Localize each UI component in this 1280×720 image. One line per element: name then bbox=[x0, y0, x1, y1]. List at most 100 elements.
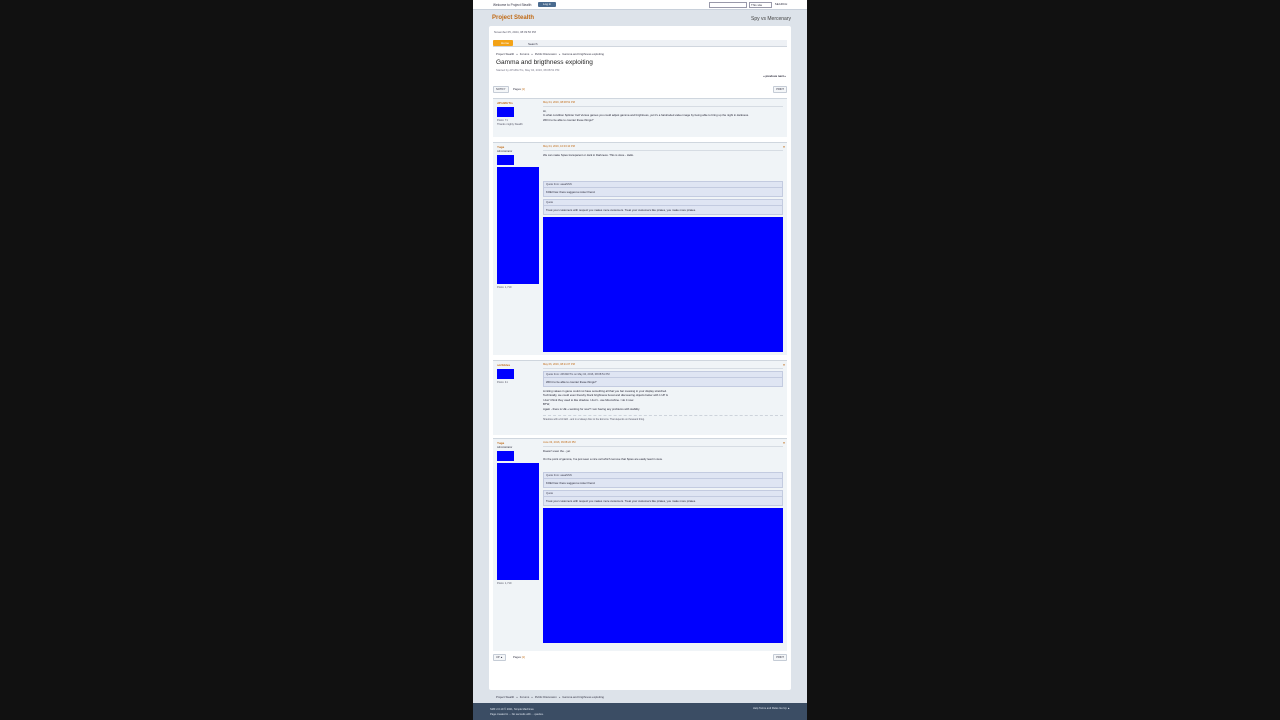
breadcrumb-item[interactable]: Project Stealth bbox=[496, 695, 514, 699]
quote-text: Treat your customers with respect you ma… bbox=[546, 498, 696, 503]
page-link[interactable]: [1] bbox=[522, 655, 525, 659]
quote-text: Will it to be able to counter these thin… bbox=[546, 379, 597, 384]
post-line: Again - there is UE + working for now? I… bbox=[543, 406, 641, 411]
post-text: Doesn't even the - yet On the point of g… bbox=[543, 449, 783, 462]
pagination-top: NOTIFY Pages [1] PRINT bbox=[493, 86, 787, 93]
post: dPrdWcTrs Posts: 71 Thanks mighty Stealt… bbox=[493, 98, 787, 137]
post-spacer bbox=[543, 157, 783, 179]
signature-image bbox=[543, 217, 783, 353]
print-button[interactable]: PRINT bbox=[773, 654, 787, 661]
footer: SMF 2.0.19 © 2021, Simple Machines Page … bbox=[473, 703, 807, 720]
pagination-bottom: UP ▲ Pages [1] PRINT bbox=[493, 654, 787, 661]
quote-icon[interactable]: ❝ bbox=[783, 441, 785, 446]
quote-block: Quote from: dPrdWcTrs on May 04, 2016, 0… bbox=[543, 370, 783, 387]
avatar bbox=[497, 451, 514, 461]
tab-home-label: Home bbox=[501, 41, 510, 45]
main-menu: Home Search bbox=[493, 40, 787, 47]
breadcrumb-separator: » bbox=[558, 695, 561, 699]
signature-image bbox=[543, 507, 783, 643]
signature-text: Shadows with a bit faith - and in a! alw… bbox=[543, 415, 783, 421]
post-date[interactable]: June 03, 2016, 09:08:22 PM bbox=[543, 441, 783, 447]
quote-block: Quote from: aaaaNNN KOEI has: there sugg… bbox=[543, 181, 783, 198]
poster-personal-text: Thanks mighty Stealth bbox=[497, 123, 523, 126]
breadcrumb-separator: » bbox=[558, 52, 561, 56]
post-text: Limiting values in game could not have s… bbox=[543, 389, 783, 412]
breadcrumb-item[interactable]: Public Discussion bbox=[535, 695, 557, 699]
rank-image bbox=[497, 463, 539, 580]
login-button[interactable]: Log in bbox=[538, 2, 556, 7]
poster-name[interactable]: Yuga bbox=[497, 145, 539, 149]
breadcrumb-separator: » bbox=[531, 52, 533, 56]
poster-info: dPrdWcTrs Posts: 71 Thanks mighty Stealt… bbox=[497, 101, 539, 126]
topic-meta: Started by dPrdWcTrs, May 04, 2016, 08:0… bbox=[496, 68, 560, 72]
poster-post-count: Posts: 71 bbox=[497, 119, 508, 122]
poster-name[interactable]: dPrdWcTrs bbox=[497, 101, 539, 105]
post-body: May 04, 2016, 08:08:51 PM Hi, In what co… bbox=[543, 101, 783, 122]
poster-group: Administrator bbox=[497, 446, 513, 449]
poster-name[interactable]: scribbles bbox=[497, 363, 539, 367]
forum-slogan: Spy vs Mercenary bbox=[750, 16, 791, 22]
breadcrumb-bottom: Project Stealth» Forums» Public Discussion… bbox=[496, 695, 604, 699]
post-date[interactable]: May 06, 2016, 08:21:07 PM bbox=[543, 363, 783, 369]
footer-left: SMF 2.0.19 © 2021, Simple Machines Page … bbox=[490, 707, 544, 717]
notify-button[interactable]: NOTIFY bbox=[493, 86, 509, 93]
up-button[interactable]: UP ▲ bbox=[493, 654, 506, 661]
poster-post-count: Posts: 41 bbox=[497, 381, 508, 384]
quote-icon[interactable]: ❝ bbox=[783, 363, 785, 368]
poster-group: Administrator bbox=[497, 150, 513, 153]
topic-title: Gamma and brigthness exploiting bbox=[496, 59, 593, 66]
breadcrumb-item[interactable]: Project Stealth bbox=[496, 52, 514, 56]
page-frame: Welcome to Project Stealth Log in This s… bbox=[473, 0, 807, 720]
post-spacer bbox=[543, 462, 783, 470]
prev-next-links[interactable]: « previous next » bbox=[763, 74, 786, 78]
breadcrumb-separator: » bbox=[516, 52, 518, 56]
rank-image bbox=[497, 167, 539, 284]
search-button[interactable]: SEARCH bbox=[773, 2, 789, 7]
breadcrumb-item[interactable]: Gamma and brigthness exploiting bbox=[562, 695, 604, 699]
header: Project Stealth Spy vs Mercenary bbox=[489, 12, 791, 26]
poster-name[interactable]: Yuga bbox=[497, 441, 539, 445]
pages-label: Pages [1] bbox=[513, 655, 525, 659]
quote-text: KOEI has: there suggest a roster friend. bbox=[546, 190, 596, 195]
pages-label: Pages [1] bbox=[513, 87, 525, 91]
poster-post-count: Posts: 1,719 bbox=[497, 582, 512, 585]
post-date[interactable]: May 04, 2016, 08:08:51 PM bbox=[543, 101, 783, 107]
post-line: In what condition Splinter Cell Versus g… bbox=[543, 113, 749, 118]
pages-text: Pages bbox=[513, 655, 521, 659]
breadcrumb-item[interactable]: Forums bbox=[520, 52, 529, 56]
footer-links[interactable]: Help Terms and Rules Go Up ▲ bbox=[753, 707, 790, 710]
tab-home[interactable]: Home bbox=[493, 40, 513, 46]
search-scope-select[interactable]: This site bbox=[749, 2, 772, 8]
breadcrumb-item[interactable]: Forums bbox=[520, 695, 529, 699]
poster-info: scribbles Posts: 41 bbox=[497, 363, 539, 384]
page-link[interactable]: [1] bbox=[522, 87, 525, 91]
tab-search[interactable]: Search bbox=[528, 42, 538, 46]
page-created-text: Page created in ... No seconds with ... … bbox=[490, 713, 544, 716]
quote-block: Quote Treat your customers with respect … bbox=[543, 199, 783, 216]
post-text: Hi, In what condition Splinter Cell Vers… bbox=[543, 109, 783, 123]
post-body: June 03, 2016, 09:08:22 PM Doesn't even … bbox=[543, 441, 783, 643]
quote-text: KOEI has: there suggest a roster friend. bbox=[546, 480, 596, 485]
poster-post-count: Posts: 1,719 bbox=[497, 286, 512, 289]
forum-title[interactable]: Project Stealth bbox=[492, 15, 534, 21]
post-body: May 06, 2016, 08:21:07 PM Quote from: dP… bbox=[543, 363, 783, 421]
breadcrumb-item[interactable]: Public Discussion bbox=[535, 52, 557, 56]
quote-block: Quote from: aaaaNNN KOEI has: there sugg… bbox=[543, 471, 783, 488]
breadcrumb-separator: » bbox=[531, 695, 533, 699]
post: ❝ Yuga Administrator Posts: 1,719 May 04… bbox=[493, 142, 787, 355]
post: ❝ Yuga Administrator Posts: 1,719 June 0… bbox=[493, 438, 787, 651]
breadcrumb-item[interactable]: Gamma and brigthness exploiting bbox=[562, 52, 604, 56]
search-input[interactable] bbox=[709, 2, 747, 8]
poster-info: Yuga Administrator Posts: 1,719 bbox=[497, 441, 539, 585]
welcome-text: Welcome to Project Stealth bbox=[493, 3, 532, 7]
print-button[interactable]: PRINT bbox=[773, 86, 787, 93]
post-line: Will it to be able to counter these thin… bbox=[543, 117, 594, 122]
post-date[interactable]: May 04, 2016, 10:03:10 PM bbox=[543, 145, 783, 151]
user-bar: Welcome to Project Stealth Log in This s… bbox=[473, 0, 807, 10]
quote-text: Treat your customers with respect you ma… bbox=[546, 208, 696, 213]
main-content: November 05, 2024, 08:09:56 PM Home Sear… bbox=[489, 26, 791, 709]
breadcrumb: Project Stealth» Forums» Public Discussion… bbox=[496, 52, 604, 56]
quote-icon[interactable]: ❝ bbox=[783, 145, 785, 150]
current-date: November 05, 2024, 08:09:56 PM bbox=[494, 30, 536, 34]
pages-text: Pages bbox=[513, 87, 521, 91]
